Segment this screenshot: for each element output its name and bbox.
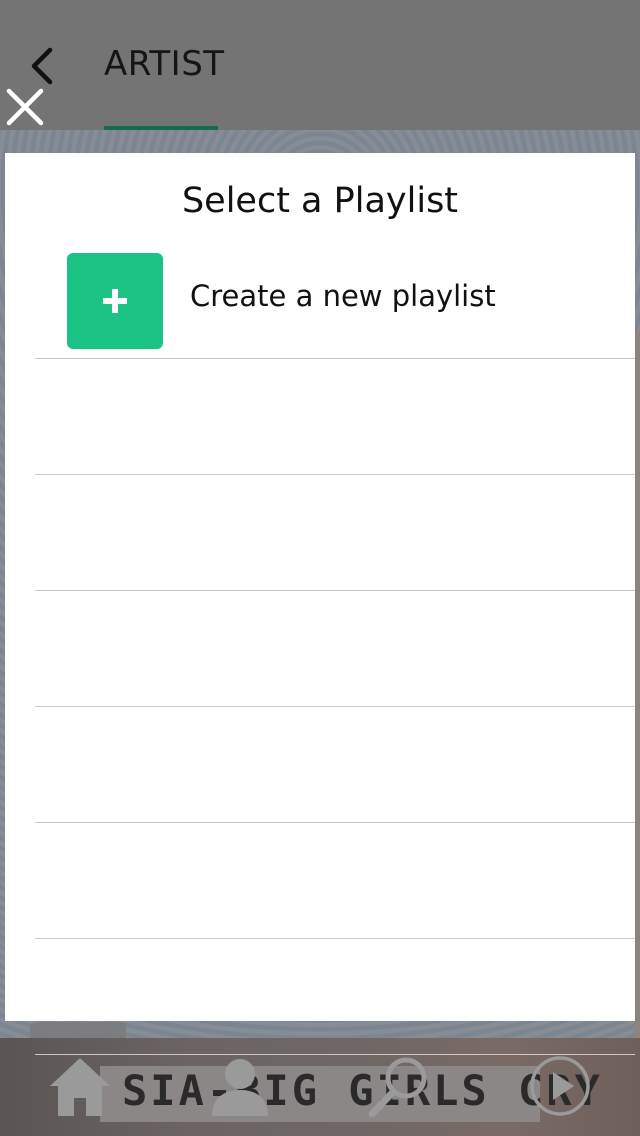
create-playlist-button[interactable] — [67, 253, 163, 349]
back-button[interactable] — [26, 44, 60, 88]
playlist-row[interactable] — [35, 822, 635, 938]
playlist-row[interactable] — [35, 590, 635, 706]
playlist-row[interactable] — [35, 358, 635, 474]
modal-title: Select a Playlist — [181, 181, 459, 221]
select-playlist-modal: Select a Playlist Create a new playlist — [5, 153, 635, 1055]
playlist-row[interactable] — [35, 1054, 635, 1136]
playlist-row[interactable] — [35, 706, 635, 822]
create-playlist-row[interactable]: Create a new playlist — [5, 249, 635, 359]
close-icon — [6, 88, 44, 126]
screen: ARTIST SIA-BIG GIRLS CRY Select a Playli… — [0, 0, 640, 1136]
playlist-row[interactable] — [35, 938, 635, 1054]
plus-icon — [103, 289, 127, 313]
chevron-left-icon — [31, 47, 53, 85]
create-playlist-label: Create a new playlist — [190, 279, 496, 313]
playlist-list — [35, 358, 635, 1136]
close-button[interactable] — [4, 86, 46, 128]
app-header: ARTIST — [0, 0, 640, 131]
tab-artist[interactable]: ARTIST — [104, 44, 225, 84]
playlist-row[interactable] — [35, 474, 635, 590]
